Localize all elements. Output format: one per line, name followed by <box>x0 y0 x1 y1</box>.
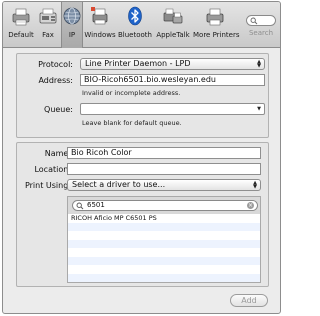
queue-hint: Leave blank for default queue. <box>82 119 182 127</box>
driver-list-empty-row <box>68 273 260 282</box>
queue-combo[interactable]: ▼ <box>80 103 265 115</box>
toolbar-bluetooth[interactable]: Bluetooth <box>118 5 152 46</box>
driver-list-empty-row <box>68 256 260 265</box>
printer-panel: Name: Bio Ricoh Color Location: Print Us… <box>16 142 269 287</box>
toolbar-windows[interactable]: Windows <box>84 5 116 46</box>
search-icon <box>250 17 258 27</box>
driver-list-empty-row <box>68 248 260 257</box>
driver-list-empty-row <box>68 239 260 248</box>
toolbar-appletalk[interactable]: AppleTalk <box>154 5 192 46</box>
more-printers-icon <box>204 5 226 27</box>
address-hint: Invalid or incomplete address. <box>82 89 181 97</box>
queue-label: Queue: <box>44 105 73 114</box>
toolbar-ip-label: IP <box>68 31 76 39</box>
driver-list-item[interactable]: RICOH Aficio MP C6501 PS <box>68 214 260 223</box>
fax-icon <box>37 5 59 27</box>
toolbar-fax-label: Fax <box>42 31 54 39</box>
add-button[interactable]: Add <box>230 294 268 307</box>
popup-arrows-icon: ▲ ▼ <box>257 59 261 69</box>
protocol-value: Line Printer Daemon - LPD <box>85 59 191 68</box>
default-printers-icon <box>10 5 32 27</box>
driver-list[interactable]: RICOH Aficio MP C6501 PS <box>68 214 260 282</box>
driver-list-empty-row <box>68 231 260 240</box>
chevron-down-icon: ▼ <box>257 106 261 112</box>
driver-chooser: 6501 × RICOH Aficio MP C6501 PS <box>67 196 261 283</box>
print-using-label: Print Using: <box>24 181 71 190</box>
toolbar-bluetooth-label: Bluetooth <box>118 31 152 39</box>
search-input[interactable] <box>246 15 276 26</box>
toolbar-fax[interactable]: Fax <box>36 5 60 46</box>
clear-search-icon[interactable]: × <box>247 202 254 209</box>
driver-list-empty-row <box>68 222 260 231</box>
windows-printer-icon <box>89 5 111 27</box>
location-field[interactable] <box>67 163 261 175</box>
toolbar-ip[interactable]: IP <box>61 2 83 48</box>
driver-search-value: 6501 <box>87 201 105 209</box>
name-field[interactable]: Bio Ricoh Color <box>67 147 261 159</box>
protocol-label: Protocol: <box>38 60 73 69</box>
driver-list-empty-row <box>68 265 260 274</box>
toolbar-search: Search <box>246 15 276 37</box>
toolbar-default-label: Default <box>8 31 34 39</box>
search-label: Search <box>248 29 274 37</box>
toolbar-windows-label: Windows <box>84 31 116 39</box>
search-icon <box>76 202 84 213</box>
driver-search-input[interactable]: 6501 × <box>72 200 258 211</box>
appletalk-icon <box>162 5 184 27</box>
add-printer-window: Default Fax IP Windows Bluetooth AppleTa… <box>2 1 281 314</box>
ip-globe-icon <box>61 5 83 27</box>
print-using-value: Select a driver to use... <box>72 180 166 189</box>
print-using-popup[interactable]: Select a driver to use... ▲ ▼ <box>67 179 261 191</box>
connection-panel: Protocol: Line Printer Daemon - LPD ▲ ▼ A… <box>16 53 269 138</box>
toolbar-more-printers-label: More Printers <box>193 31 240 39</box>
popup-arrows-icon: ▲ ▼ <box>253 180 257 190</box>
address-label: Address: <box>38 76 73 85</box>
toolbar-more-printers[interactable]: More Printers <box>193 5 240 46</box>
protocol-popup[interactable]: Line Printer Daemon - LPD ▲ ▼ <box>80 58 265 70</box>
bluetooth-icon <box>124 5 146 27</box>
toolbar: Default Fax IP Windows Bluetooth AppleTa… <box>3 2 280 48</box>
address-field[interactable]: BIO-Ricoh6501.bio.wesleyan.edu <box>80 74 265 86</box>
toolbar-appletalk-label: AppleTalk <box>156 31 190 39</box>
toolbar-default[interactable]: Default <box>6 5 36 46</box>
location-label: Location: <box>34 165 71 174</box>
